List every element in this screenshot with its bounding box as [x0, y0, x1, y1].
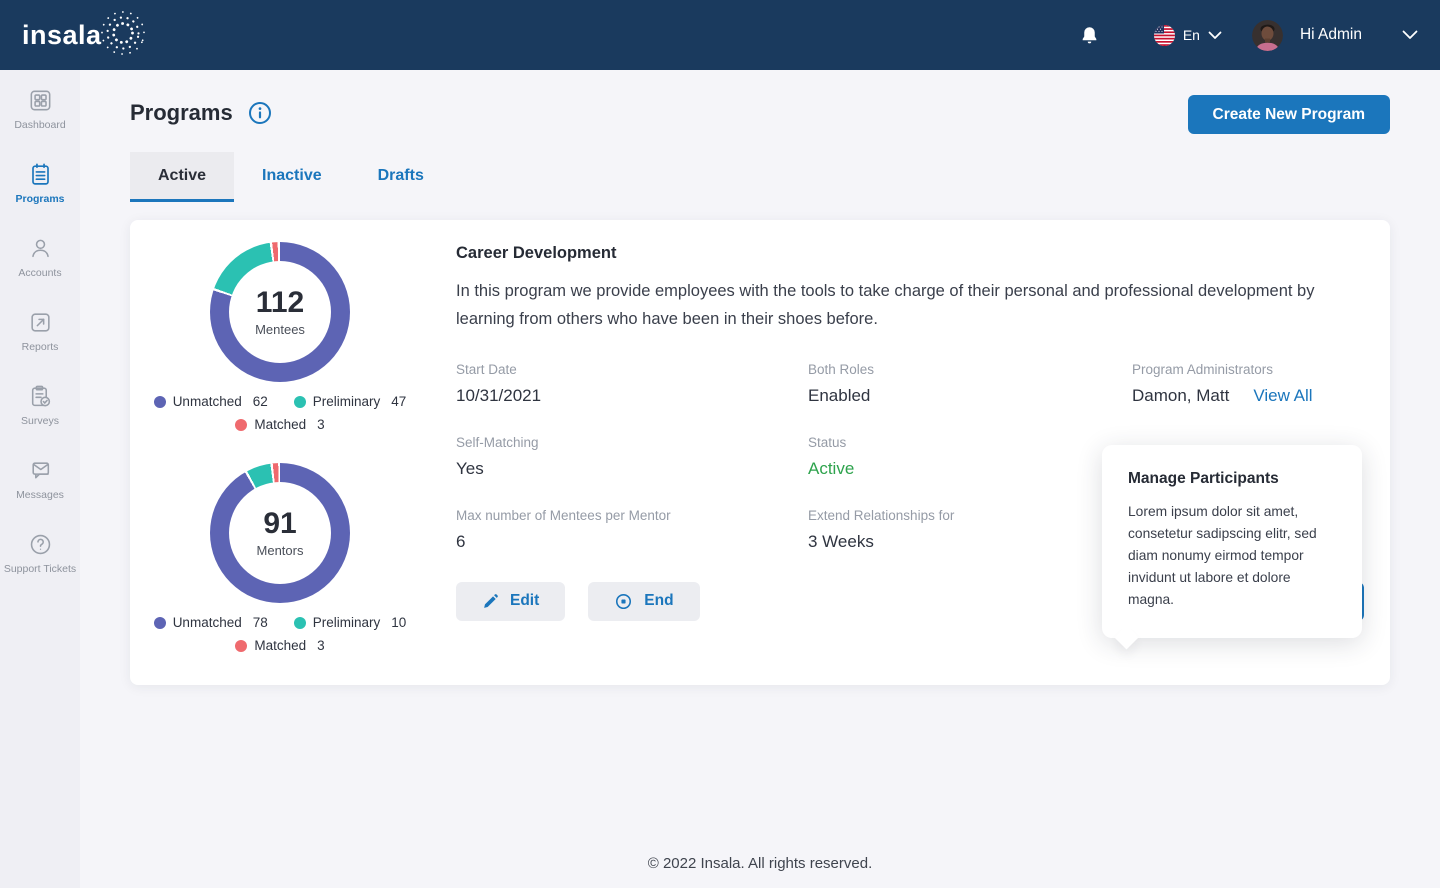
view-all-link[interactable]: View All	[1253, 386, 1312, 406]
legend-item: Unmatched78	[154, 615, 268, 630]
field-self-matching: Self-Matching Yes	[456, 435, 808, 479]
top-navbar: insala	[0, 0, 1440, 70]
legend-dot	[294, 396, 306, 408]
tooltip-title: Manage Participants	[1128, 470, 1336, 488]
legend-item: Preliminary47	[294, 394, 407, 409]
mentees-legend: Unmatched62 Preliminary47 Matched3	[130, 394, 430, 432]
field-status: Status Active	[808, 435, 1132, 479]
language-label: En	[1183, 27, 1200, 43]
mentors-count: 91	[263, 509, 296, 539]
sidebar: Dashboard Programs Accounts Reports	[0, 70, 80, 888]
legend-item: Preliminary10	[294, 615, 407, 630]
legend-dot	[154, 617, 166, 629]
sidebar-item-dashboard[interactable]: Dashboard	[0, 86, 80, 160]
main-content: Programs Create New Program Active Inact…	[80, 70, 1440, 888]
create-new-program-button[interactable]: Create New Program	[1188, 95, 1390, 134]
field-max-mentees: Max number of Mentees per Mentor 6	[456, 508, 808, 552]
insala-logo[interactable]: insala	[22, 10, 150, 60]
field-start-date: Start Date 10/31/2021	[456, 362, 808, 406]
clipboard-lines-icon	[28, 162, 53, 187]
mentors-legend: Unmatched78 Preliminary10 Matched3	[130, 615, 430, 653]
pencil-icon	[482, 593, 499, 610]
legend-dot	[235, 640, 247, 652]
end-stop-icon	[614, 592, 633, 611]
edit-button[interactable]: Edit	[456, 582, 565, 621]
tab-bar: Active Inactive Drafts	[130, 152, 452, 202]
question-circle-icon	[28, 532, 53, 557]
donut-ring: 91 Mentors	[210, 463, 350, 603]
legend-item: Matched3	[235, 417, 324, 432]
donut-ring: 112 Mentees	[210, 242, 350, 382]
sidebar-item-reports[interactable]: Reports	[0, 308, 80, 382]
sidebar-item-messages[interactable]: Messages	[0, 456, 80, 530]
envelope-chat-icon	[28, 458, 53, 483]
info-circle-icon[interactable]	[248, 101, 272, 125]
user-menu-button[interactable]	[1402, 30, 1418, 40]
avatar[interactable]	[1252, 20, 1283, 51]
tab-drafts[interactable]: Drafts	[350, 152, 452, 202]
mentors-label: Mentors	[257, 543, 304, 558]
legend-item: Matched3	[235, 638, 324, 653]
program-title: Career Development	[456, 244, 1364, 263]
language-selector[interactable]: En	[1154, 25, 1222, 46]
mentors-donut-chart: 91 Mentors Unmatched78 Preliminary10	[130, 463, 430, 653]
notifications-bell-button[interactable]	[1079, 25, 1100, 46]
us-flag-icon	[1154, 25, 1175, 46]
tab-inactive[interactable]: Inactive	[234, 152, 350, 202]
person-icon	[28, 236, 53, 261]
sidebar-item-support-tickets[interactable]: Support Tickets	[0, 530, 80, 604]
user-greeting: Hi Admin	[1300, 26, 1362, 44]
dashboard-grid-icon	[28, 88, 53, 113]
mentees-donut-chart: 112 Mentees Unmatched62 Preliminary47	[130, 242, 430, 432]
legend-dot	[294, 617, 306, 629]
tooltip-body: Lorem ipsum dolor sit amet, consetetur s…	[1128, 501, 1336, 611]
mentees-count: 112	[256, 288, 304, 318]
field-program-administrators: Program Administrators Damon, Matt View …	[1132, 362, 1364, 406]
program-description: In this program we provide employees wit…	[456, 277, 1346, 334]
clipboard-check-icon	[28, 384, 53, 409]
end-button[interactable]: End	[588, 582, 699, 621]
legend-dot	[235, 419, 247, 431]
tab-active[interactable]: Active	[130, 152, 234, 202]
legend-dot	[154, 396, 166, 408]
sidebar-item-surveys[interactable]: Surveys	[0, 382, 80, 456]
copyright-footer: © 2022 Insala. All rights reserved.	[80, 855, 1440, 872]
program-card: 112 Mentees Unmatched62 Preliminary47	[130, 220, 1390, 685]
logo-swirl-icon	[96, 6, 150, 60]
logo-text: insala	[22, 22, 102, 49]
status-badge: Active	[808, 459, 1132, 479]
page-title: Programs	[130, 100, 233, 126]
legend-item: Unmatched62	[154, 394, 268, 409]
sidebar-item-programs[interactable]: Programs	[0, 160, 80, 234]
chevron-down-icon	[1402, 30, 1418, 40]
sidebar-item-accounts[interactable]: Accounts	[0, 234, 80, 308]
field-extend-relationships: Extend Relationships for 3 Weeks	[808, 508, 1132, 552]
chevron-down-icon	[1208, 31, 1222, 40]
mentees-label: Mentees	[255, 322, 305, 337]
arrow-up-right-box-icon	[28, 310, 53, 335]
manage-participants-tooltip: Manage Participants Lorem ipsum dolor si…	[1102, 445, 1362, 638]
bell-icon	[1079, 25, 1100, 46]
field-both-roles: Both Roles Enabled	[808, 362, 1132, 406]
